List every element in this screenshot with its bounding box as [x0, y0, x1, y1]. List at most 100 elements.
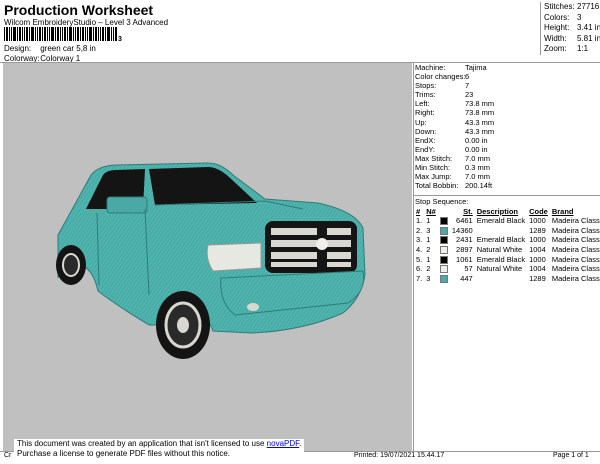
- cell-st: 57: [464, 264, 473, 274]
- col-header: Brand: [551, 207, 574, 216]
- param-row: Stops: 7: [415, 81, 470, 91]
- stat-row: Height: 3.41 in: [544, 23, 600, 32]
- param-row: Down: 43.3 mm: [415, 126, 495, 136]
- cell-needle: 1: [426, 254, 431, 264]
- design-preview: [3, 63, 412, 451]
- table-row: 3.1 2431Emerald Black1000 Madeira Classic …: [414, 235, 600, 245]
- table-header-row: # N# St. Description Code Brand: [414, 207, 600, 216]
- barcode-number: 3: [118, 36, 122, 43]
- stop-sequence-title: Stop Sequence:: [415, 197, 469, 206]
- param-row: Up: 43.3 mm: [415, 117, 495, 127]
- cell-code: 1289: [529, 225, 546, 235]
- cell-desc: [475, 274, 527, 284]
- cell-n: 7.: [416, 273, 423, 283]
- barcode-image: [4, 27, 117, 41]
- table-row: 4.2 2897Natural White 1004 Madeira Classic …: [414, 245, 600, 255]
- cell-n: 1.: [416, 216, 423, 226]
- cell-code: 1004: [529, 264, 546, 274]
- param-row: Right: 73.8 mm: [415, 108, 495, 118]
- cell-brand: Madeira Classic 40: [551, 245, 600, 255]
- design-label: Design:: [4, 44, 32, 53]
- stat-row: Stitches: 27716: [544, 2, 600, 11]
- swatch-cell: [438, 254, 450, 264]
- app-subtitle: Wilcom EmbroideryStudio – Level 3 Advanc…: [4, 18, 169, 27]
- cell-brand: Madeira Classic 40: [551, 216, 600, 226]
- color-swatch: [439, 236, 448, 245]
- cell-brand: Madeira Classic 40: [551, 254, 600, 264]
- cell-n: 3.: [416, 235, 423, 245]
- cell-st: 14360: [451, 225, 473, 235]
- cell-needle: 1: [426, 216, 431, 226]
- cell-brand: Madeira Classic 40: [551, 235, 600, 245]
- swatch-cell: [438, 245, 450, 255]
- param-row: Color changes:6: [415, 72, 470, 82]
- design-value: green car 5,8 in: [40, 44, 96, 53]
- notice-line-1: This document was created by an applicat…: [17, 439, 302, 448]
- notice-line-2: Purchase a license to generate PDF files…: [17, 449, 230, 458]
- cell-st: 447: [460, 273, 473, 283]
- footer-left-text: Cr: [4, 452, 12, 459]
- page-title: Production Worksheet: [4, 2, 154, 18]
- col-header: Description: [476, 207, 518, 216]
- truck-embroidery-image: [56, 162, 366, 359]
- cell-desc: [475, 226, 527, 236]
- col-header: [438, 207, 450, 216]
- param-row: Max Stitch: 7.0 mm: [415, 153, 491, 163]
- rear-wheel: [56, 245, 86, 285]
- license-notice: This document was created by an applicat…: [14, 439, 305, 459]
- param-row: Machine: Tajima: [415, 63, 487, 72]
- machine-params: Machine: Tajima Color changes:6 Stops: 7 T…: [415, 63, 595, 190]
- col-header: N#: [426, 207, 436, 216]
- cell-code: 1000: [529, 216, 546, 226]
- swatch-cell: [438, 216, 450, 226]
- cell-desc: Emerald Black: [476, 235, 526, 245]
- table-row: 6.2 57Natural White 1004 Madeira Classic 40: [414, 264, 600, 274]
- color-swatch: [439, 246, 448, 255]
- param-row: Min Stitch: 0.3 mm: [415, 163, 491, 173]
- param-row: Max Jump: 7.0 mm: [415, 172, 491, 182]
- color-swatch: [439, 265, 448, 274]
- cell-needle: 1: [426, 235, 431, 245]
- col-header: #: [416, 207, 421, 216]
- table-row: 2.3 14360 1289 Madeira Classic 40: [414, 226, 600, 236]
- cell-st: 2431: [456, 235, 473, 245]
- cell-desc: Emerald Black: [476, 254, 526, 264]
- novapdf-link[interactable]: novaPDF: [267, 439, 299, 448]
- cell-needle: 2: [426, 264, 431, 274]
- color-swatch: [439, 274, 448, 283]
- cell-needle: 3: [426, 225, 431, 235]
- table-row: 7.3 447 1289 Madeira Classic 40: [414, 274, 600, 284]
- stat-row: Colors: 3: [544, 12, 582, 22]
- page-number: Page 1 of 1: [553, 452, 589, 459]
- param-row: EndX: 0.00 in: [415, 135, 488, 145]
- col-header: Code: [529, 207, 548, 216]
- cell-code: 1000: [529, 254, 546, 264]
- cell-brand: Madeira Classic 40: [551, 225, 600, 235]
- param-row: Trims: 23: [415, 90, 474, 100]
- cell-st: 2897: [456, 245, 473, 255]
- cell-brand: Madeira Classic 40: [551, 273, 600, 283]
- cell-needle: 3: [426, 273, 431, 283]
- stop-sequence-table: # N# St. Description Code Brand 1. 1 6461 E…: [414, 207, 600, 283]
- swatch-cell: [438, 274, 450, 284]
- cell-st: 6461: [456, 216, 473, 226]
- cell-n: 6.: [416, 264, 423, 274]
- cell-code: 1000: [529, 235, 546, 245]
- cell-n: 2.: [416, 225, 423, 235]
- stat-row: Width: 5.81 in: [544, 33, 600, 43]
- cell-st: 1061: [456, 254, 473, 264]
- printed-timestamp: Printed: 19/07/2021 15.44.17: [354, 452, 445, 459]
- params-divider: [414, 195, 600, 196]
- stats-panel: Stitches: 27716 Colors: 3 Height: 3.41 in W…: [540, 2, 600, 55]
- stat-row: Zoom: 1:1: [544, 44, 589, 53]
- swatch-cell: [438, 226, 450, 236]
- param-row: EndY: 0.00 in: [415, 144, 488, 154]
- cell-brand: Madeira Classic 40: [551, 264, 600, 274]
- cell-code: 1004: [529, 245, 546, 255]
- cell-code: 1289: [529, 273, 546, 283]
- color-swatch: [439, 255, 448, 264]
- param-row: Total Bobbin: 200.14ft: [415, 181, 493, 191]
- col-header: St.: [463, 207, 473, 216]
- cell-desc: Natural White: [476, 245, 523, 255]
- cell-n: 5.: [416, 254, 423, 264]
